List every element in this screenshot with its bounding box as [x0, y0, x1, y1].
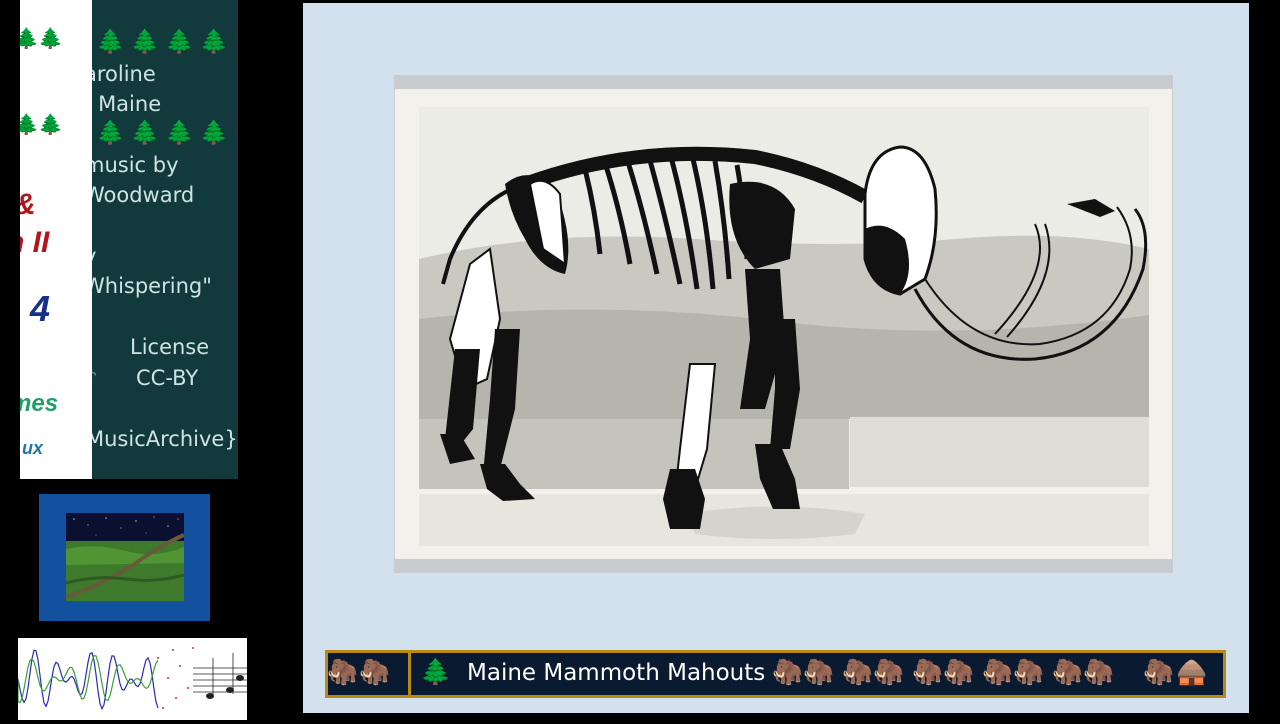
mammoth-icon: 🦣 — [982, 657, 1014, 686]
credit-line: y — [92, 244, 96, 268]
audio-waveform — [17, 638, 247, 720]
tree-icon: 🌲 — [38, 114, 63, 136]
mammoth-skeleton-image — [395, 89, 1172, 559]
credit-line: music by — [92, 153, 179, 177]
mammoth-icon: 🦣 — [1052, 657, 1084, 686]
tree-icon: 🌲 — [38, 28, 63, 50]
number-four-text: 4 — [30, 288, 51, 329]
tree-row: 🌲 🌲 🌲 🌲 — [96, 119, 229, 146]
banner-divider — [408, 650, 411, 698]
mammoth-icon: 🦣 — [943, 657, 975, 686]
numeral-text: n II — [20, 226, 50, 259]
credit-line: Whispering" — [92, 274, 212, 298]
tree-icon: 🌲 — [165, 120, 194, 146]
credit-line: f Maine — [92, 92, 162, 116]
left-text-strip: 🌲 🌲 🌲 🌲 & n II 4 mes ux — [20, 0, 92, 479]
credits-panel: 🌲🌲🌲🌲 aroline f Maine 🌲🌲🌲🌲 music by Woodw… — [92, 0, 238, 479]
mammoth-icon: 🦣 — [873, 657, 905, 686]
mammoth-icon: 🦣 — [842, 657, 874, 686]
music-note-icon: ♪ — [92, 368, 98, 389]
credit-line: CC-BY — [136, 366, 199, 390]
tree-icon: 🌲 — [96, 120, 125, 146]
tree-icon: 🌲 — [199, 29, 229, 55]
tree-icon: 🌲 — [199, 120, 229, 146]
mammoth-icon: 🦣 — [327, 657, 359, 686]
ampersand-text: & — [20, 188, 36, 222]
tree-icon: 🌲 — [130, 29, 160, 55]
thumbnail-image — [66, 513, 184, 601]
credit-line: Woodward — [92, 183, 195, 207]
tree-row: 🌲 🌲 🌲 🌲 — [96, 28, 229, 55]
tree-icon: 🌲 — [96, 29, 125, 55]
banner-title: Maine Mammoth Mahouts — [467, 660, 766, 686]
tree-icon: 🌲 — [130, 120, 160, 146]
mammoth-icon: 🦣 — [912, 657, 944, 686]
mammoth-icon: 🦣 — [772, 657, 804, 686]
mammoth-icon: 🦣 — [359, 657, 391, 686]
logo-fragment-blue: ux — [22, 438, 44, 458]
mammoth-icon: 🦣 — [1083, 657, 1115, 686]
credit-line: MusicArchive} — [92, 427, 238, 451]
mammoth-icon: 🦣 — [1013, 657, 1045, 686]
tree-icon: 🌲 — [20, 114, 39, 136]
mammoth-icon: 🦣 — [803, 657, 835, 686]
mammoth-icon: 🦣 — [1143, 657, 1175, 686]
tree-icon: 🌲 — [420, 657, 452, 686]
tree-icon: 🌲 — [20, 28, 39, 50]
logo-fragment-green: mes — [20, 390, 59, 417]
credit-line: License — [130, 335, 210, 359]
hut-icon: 🛖 — [1176, 657, 1208, 686]
tree-icon: 🌲 — [165, 29, 194, 55]
credit-line: aroline — [92, 62, 156, 86]
